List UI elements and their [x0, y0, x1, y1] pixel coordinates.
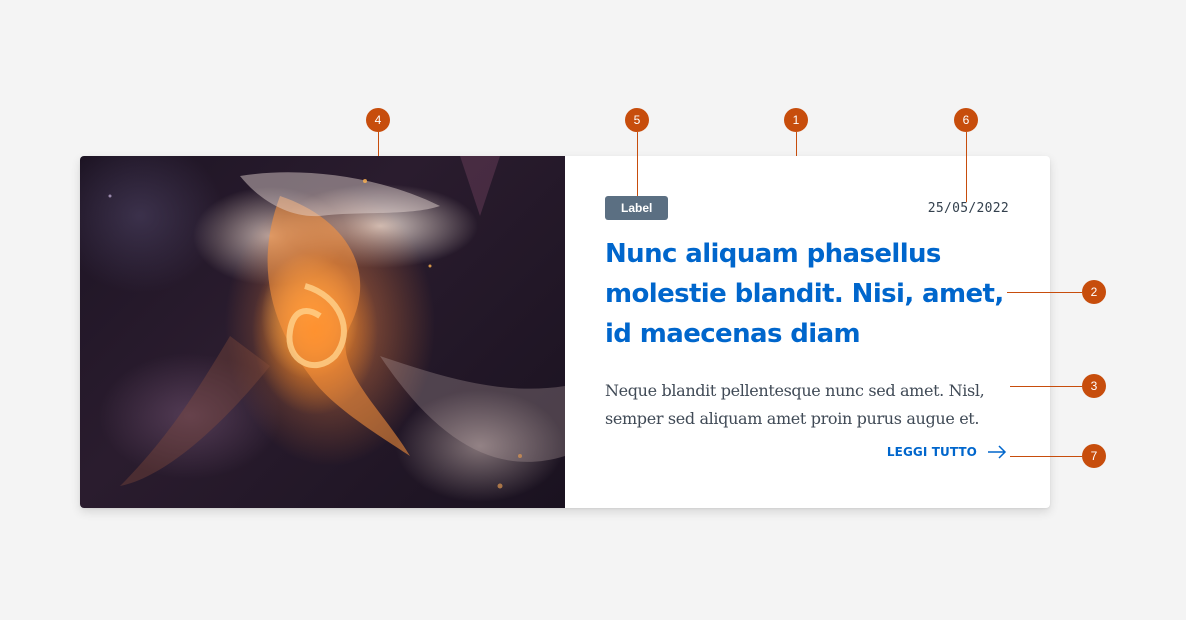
read-more-label: LEGGI TUTTO [886, 445, 977, 459]
card-image [80, 156, 565, 508]
annotation-marker-3: 3 [1082, 374, 1106, 398]
arrow-right-icon [988, 445, 1007, 459]
annotation-leader-7 [1010, 456, 1082, 457]
annotation-marker-4: 4 [366, 108, 390, 132]
annotation-leader-4 [378, 132, 379, 156]
annotation-leader-3 [1010, 386, 1082, 387]
annotation-marker-2: 2 [1082, 280, 1106, 304]
annotation-leader-1 [796, 132, 797, 156]
article-card[interactable]: Label 25/05/2022 Nunc aliquam phasellus … [80, 156, 1050, 508]
annotation-marker-5: 5 [625, 108, 649, 132]
annotation-leader-5 [637, 132, 638, 196]
card-title[interactable]: Nunc aliquam phasellus molestie blandit.… [605, 234, 1005, 354]
card-body: Label 25/05/2022 Nunc aliquam phasellus … [565, 156, 1050, 508]
abstract-ink-artwork [108, 156, 565, 489]
annotation-marker-1: 1 [784, 108, 808, 132]
annotation-leader-2 [1007, 292, 1082, 293]
read-more-link[interactable]: LEGGI TUTTO [887, 445, 1007, 459]
annotation-leader-6 [966, 132, 967, 202]
card-description: Neque blandit pellentesque nunc sed amet… [605, 381, 985, 428]
annotation-marker-6: 6 [954, 108, 978, 132]
publication-date: 25/05/2022 [927, 201, 1009, 216]
category-label-badge[interactable]: Label [605, 196, 669, 220]
annotation-marker-7: 7 [1082, 444, 1106, 468]
